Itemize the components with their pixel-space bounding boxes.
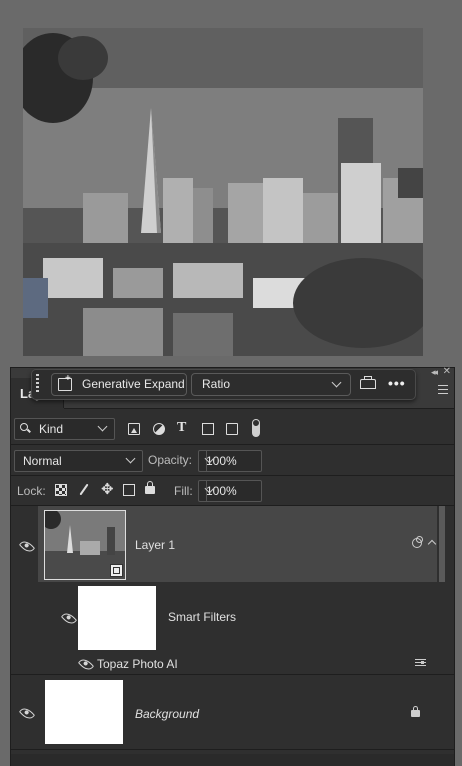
panel-footer (11, 754, 454, 766)
chevron-down-icon (125, 453, 136, 464)
smart-filters-indicator-icon (412, 536, 423, 548)
kind-filter-label: Kind (39, 422, 64, 436)
lock-transparent-pixels-icon[interactable] (55, 484, 67, 496)
type-layer-filter-icon[interactable]: T (177, 420, 186, 436)
contextual-task-bar: Generative Expand Ratio ••• (31, 369, 416, 400)
divider (11, 444, 454, 445)
fill-label: Fill: (174, 484, 193, 498)
blend-mode-label: Normal (23, 454, 62, 468)
visibility-eye-icon[interactable] (18, 705, 36, 722)
kind-filter-select[interactable]: Kind (14, 418, 115, 440)
more-options-icon[interactable]: ••• (388, 375, 406, 391)
adjustment-layer-filter-icon[interactable] (153, 423, 165, 435)
background-thumbnail[interactable] (45, 680, 123, 744)
smart-filters-label[interactable]: Smart Filters (168, 610, 236, 624)
filter-blending-options-icon[interactable] (415, 658, 426, 667)
search-icon (20, 423, 28, 431)
filter-toggle-switch[interactable] (252, 419, 260, 437)
layer-name-layer-1[interactable]: Layer 1 (135, 538, 175, 552)
scrollbar[interactable] (439, 506, 445, 582)
layer-name-background[interactable]: Background (135, 707, 199, 721)
close-panel-icon[interactable]: ✕ (443, 366, 451, 377)
lock-position-icon[interactable]: ✥ (101, 480, 114, 498)
layer-thumbnail[interactable] (44, 510, 126, 580)
pixel-layer-filter-icon[interactable] (128, 423, 140, 435)
opacity-label: Opacity: (148, 453, 193, 467)
drag-handle-icon[interactable] (36, 374, 39, 394)
divider (11, 749, 454, 750)
visibility-eye-icon[interactable] (60, 610, 78, 627)
ratio-label: Ratio (202, 377, 231, 391)
city-skyline-illustration (23, 28, 423, 356)
lock-icon[interactable] (411, 706, 420, 717)
shape-layer-filter-icon[interactable] (202, 423, 214, 435)
visibility-eye-icon[interactable] (18, 538, 36, 555)
generative-expand-icon (58, 373, 72, 391)
collapse-panel-icon[interactable]: ◂◂ (431, 367, 438, 378)
lock-all-icon[interactable] (145, 481, 155, 494)
blend-mode-select[interactable]: Normal (14, 450, 143, 472)
panel-menu-icon[interactable] (438, 385, 448, 394)
generative-expand-label: Generative Expand (82, 377, 185, 391)
ratio-presets-icon[interactable] (360, 376, 376, 389)
chevron-down-icon (97, 421, 108, 432)
smart-filters-mask-thumbnail[interactable] (78, 586, 156, 650)
fill-field[interactable]: 100% (198, 480, 262, 502)
lock-image-pixels-icon[interactable] (78, 484, 90, 496)
lock-artboard-icon[interactable] (123, 484, 135, 496)
chevron-down-icon (331, 377, 342, 388)
generative-expand-button[interactable]: Generative Expand (51, 373, 187, 396)
layers-panel: ◂◂ ✕ Layers Kind T Normal Opacity: 100% … (10, 366, 455, 766)
smart-object-badge-icon (110, 564, 123, 577)
smart-object-filter-icon[interactable] (226, 423, 238, 435)
filter-name-topaz[interactable]: Topaz Photo AI (97, 657, 178, 671)
lock-label: Lock: (17, 484, 46, 498)
ratio-select[interactable]: Ratio (191, 373, 351, 396)
opacity-field[interactable]: 100% (198, 450, 262, 472)
visibility-eye-icon[interactable] (77, 656, 95, 673)
divider (11, 674, 454, 675)
divider (11, 475, 454, 476)
canvas-image[interactable] (23, 28, 423, 356)
